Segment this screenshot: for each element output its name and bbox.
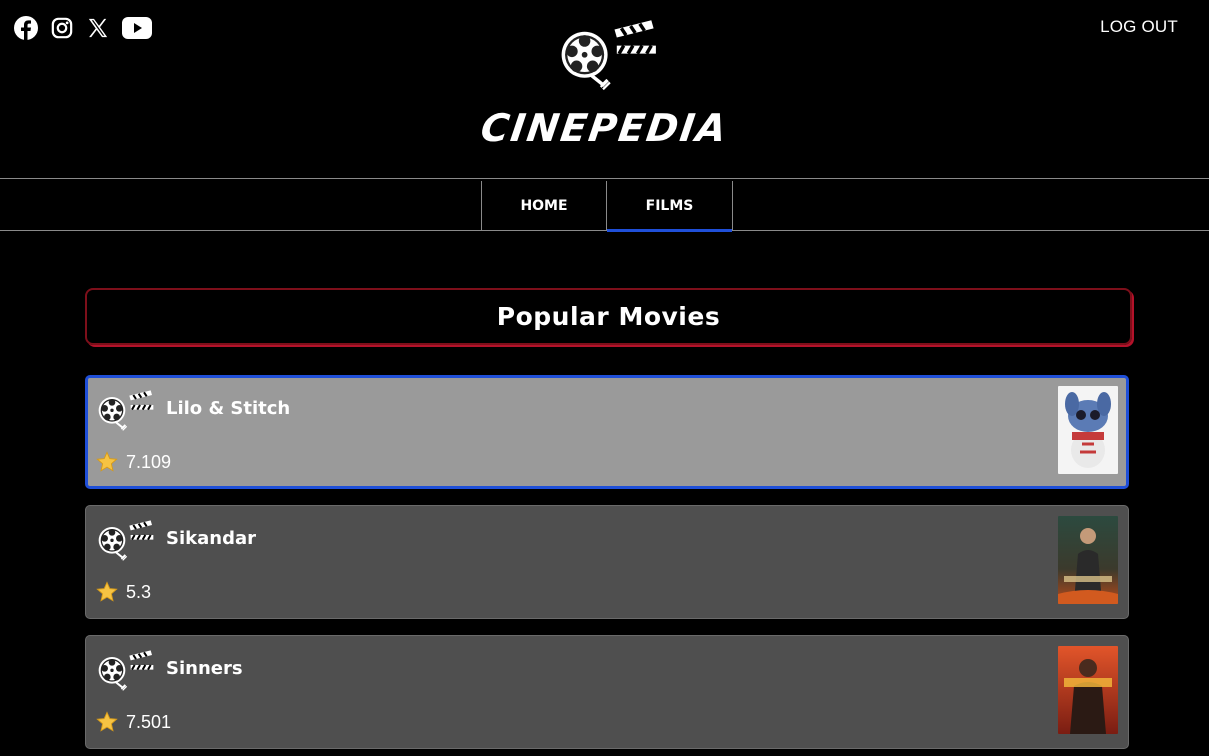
film-reel-icon	[97, 389, 155, 432]
movie-rating: 7.109	[126, 452, 172, 472]
movie-rating: 7.501	[126, 712, 172, 732]
star-icon	[96, 451, 118, 472]
logout-button[interactable]: LOG OUT	[1100, 17, 1178, 37]
youtube-icon[interactable]	[122, 16, 152, 40]
movie-card-sikandar[interactable]: Sikandar 5.3	[85, 505, 1129, 619]
movie-card-lilo-stitch[interactable]: Lilo & Stitch 7.109	[85, 375, 1129, 489]
movie-card-sinners[interactable]: Sinners 7.501	[85, 635, 1129, 749]
movie-poster	[1058, 386, 1118, 474]
facebook-icon[interactable]	[14, 16, 38, 40]
x-icon[interactable]	[86, 16, 110, 40]
movie-title: Lilo & Stitch	[166, 398, 291, 419]
movie-title: Sikandar	[166, 528, 256, 549]
film-reel-icon	[97, 519, 155, 562]
social-links	[14, 16, 152, 40]
movie-poster	[1058, 516, 1118, 604]
brand-name: CINEPEDIA	[478, 106, 731, 150]
star-icon	[96, 711, 118, 732]
film-reel-icon	[97, 649, 155, 692]
tab-home[interactable]: HOME	[481, 181, 606, 230]
movie-title: Sinners	[166, 658, 243, 679]
instagram-icon[interactable]	[50, 16, 74, 40]
movie-rating: 5.3	[126, 582, 152, 602]
movie-poster	[1058, 646, 1118, 734]
site-header: CINEPEDIA LOG OUT	[0, 0, 1209, 178]
brand-logo-reel-icon	[555, 14, 659, 106]
section-title: Popular Movies	[85, 288, 1132, 345]
main-nav: HOME FILMS	[0, 178, 1209, 232]
star-icon	[96, 581, 118, 602]
tab-films[interactable]: FILMS	[606, 181, 733, 232]
